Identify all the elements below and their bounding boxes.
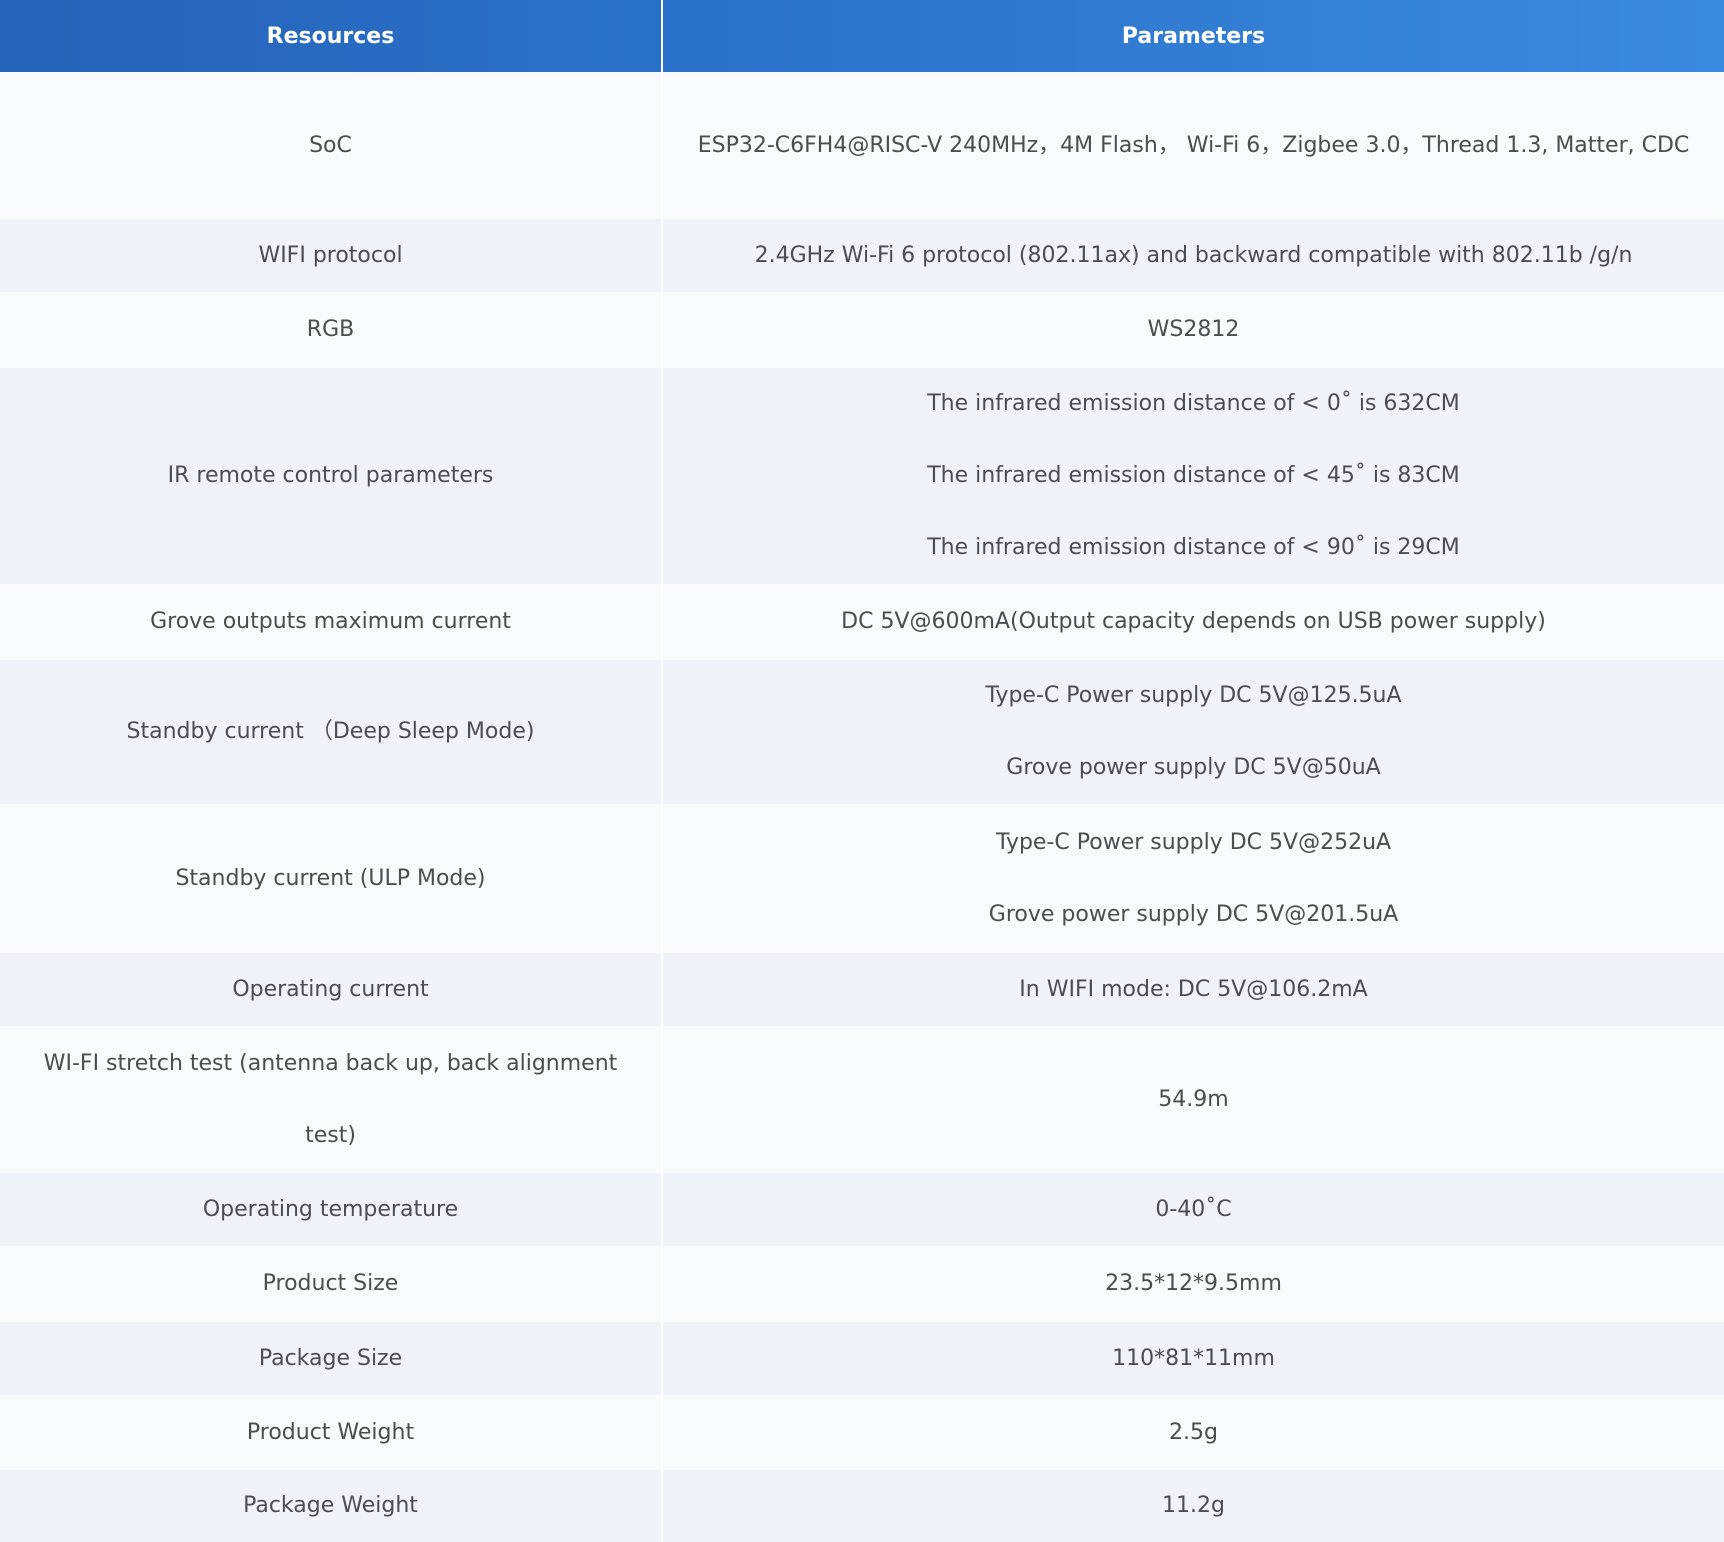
resource-cell: Operating current <box>0 953 663 1026</box>
table-row: WI-FI stretch test (antenna back up, bac… <box>0 1026 1724 1173</box>
table-row: IR remote control parameters The infrared… <box>0 368 1724 584</box>
parameter-cell: 0-40˚C <box>662 1173 1724 1246</box>
parameter-line: 23.5*12*9.5mm <box>1105 1271 1282 1296</box>
table-row: Operating current In WIFI mode: DC 5V@106… <box>0 953 1724 1026</box>
table-row: Standby current (ULP Mode) Type-C Power s… <box>0 804 1724 953</box>
resource-cell: Package Size <box>0 1322 663 1395</box>
parameter-line: Grove power supply DC 5V@50uA <box>1006 755 1381 780</box>
parameter-cell: The infrared emission distance of < 0˚ i… <box>662 368 1724 584</box>
parameter-line: ESP32-C6FH4@RISC-V 240MHz，4M Flash， Wi-F… <box>697 132 1690 158</box>
parameter-line: DC 5V@600mA(Output capacity depends on U… <box>841 609 1546 634</box>
parameter-line: The infrared emission distance of < 45˚ … <box>927 463 1460 488</box>
resource-cell: Grove outputs maximum current <box>0 584 663 660</box>
resource-cell: Standby current （Deep Sleep Mode) <box>0 660 663 804</box>
header-parameters: Parameters <box>1121 23 1266 49</box>
parameter-line: WS2812 <box>1147 317 1240 342</box>
parameter-cell: 110*81*11mm <box>662 1322 1724 1395</box>
table-row: Product Size 23.5*12*9.5mm <box>0 1246 1724 1322</box>
parameter-cell: 54.9m <box>662 1026 1724 1173</box>
parameter-cell: DC 5V@600mA(Output capacity depends on U… <box>662 584 1724 660</box>
parameter-line: 2.4GHz Wi-Fi 6 protocol (802.11ax) and b… <box>754 242 1633 268</box>
table-body: SoC ESP32-C6FH4@RISC-V 240MHz，4M Flash， W… <box>0 72 1724 1542</box>
table-row: RGB WS2812 <box>0 292 1724 368</box>
parameter-line: 0-40˚C <box>1155 1196 1232 1222</box>
resource-cell: Product Size <box>0 1246 663 1322</box>
parameter-line: Type-C Power supply DC 5V@125.5uA <box>985 683 1402 708</box>
parameter-cell: 11.2g <box>662 1470 1724 1542</box>
table-row: Grove outputs maximum current DC 5V@600mA… <box>0 584 1724 660</box>
parameter-cell: Type-C Power supply DC 5V@252uA Grove pow… <box>662 804 1724 953</box>
parameter-line: 54.9m <box>1158 1086 1229 1112</box>
resource-cell: RGB <box>0 292 663 368</box>
table-row: Package Weight 11.2g <box>0 1470 1724 1542</box>
table-row: Operating temperature 0-40˚C <box>0 1173 1724 1246</box>
parameter-cell: In WIFI mode: DC 5V@106.2mA <box>662 953 1724 1026</box>
resource-cell: IR remote control parameters <box>0 368 663 584</box>
parameter-line: Type-C Power supply DC 5V@252uA <box>995 829 1392 855</box>
table-row: Package Size 110*81*11mm <box>0 1322 1724 1395</box>
parameter-line: Grove power supply DC 5V@201.5uA <box>988 901 1399 927</box>
parameter-cell: 23.5*12*9.5mm <box>662 1246 1724 1322</box>
table-row: WIFI protocol 2.4GHz Wi-Fi 6 protocol (80… <box>0 219 1724 292</box>
resource-cell: Product Weight <box>0 1395 663 1470</box>
table-row: Standby current （Deep Sleep Mode) Type-C … <box>0 660 1724 804</box>
resource-cell: Operating temperature <box>0 1173 663 1246</box>
table-header-row: Resources Parameters <box>0 0 1724 72</box>
parameter-line: 11.2g <box>1162 1493 1225 1518</box>
table-row: SoC ESP32-C6FH4@RISC-V 240MHz，4M Flash， W… <box>0 72 1724 219</box>
parameter-cell: 2.4GHz Wi-Fi 6 protocol (802.11ax) and b… <box>662 219 1724 292</box>
header-resources: Resources <box>0 0 663 72</box>
parameter-line: 2.5g <box>1169 1419 1218 1445</box>
parameter-line: 110*81*11mm <box>1112 1345 1275 1371</box>
table-row: Product Weight 2.5g <box>0 1395 1724 1470</box>
parameter-line: The infrared emission distance of < 90˚ … <box>927 535 1460 560</box>
parameter-cell: 2.5g <box>662 1395 1724 1470</box>
parameter-cell: Type-C Power supply DC 5V@125.5uA Grove p… <box>662 660 1724 804</box>
resource-cell: Package Weight <box>0 1470 663 1542</box>
parameter-line: In WIFI mode: DC 5V@106.2mA <box>1019 976 1368 1002</box>
resource-cell: WIFI protocol <box>0 219 663 292</box>
parameter-cell: WS2812 <box>662 292 1724 368</box>
resource-cell: SoC <box>0 72 663 219</box>
spec-table: Resources Parameters SoC ESP32-C6FH4@RISC… <box>0 0 1724 1542</box>
parameter-line: The infrared emission distance of < 0˚ i… <box>927 391 1460 416</box>
parameter-cell: ESP32-C6FH4@RISC-V 240MHz，4M Flash， Wi-F… <box>662 72 1724 219</box>
resource-cell: Standby current (ULP Mode) <box>0 804 663 953</box>
resource-cell: WI-FI stretch test (antenna back up, bac… <box>0 1026 663 1173</box>
